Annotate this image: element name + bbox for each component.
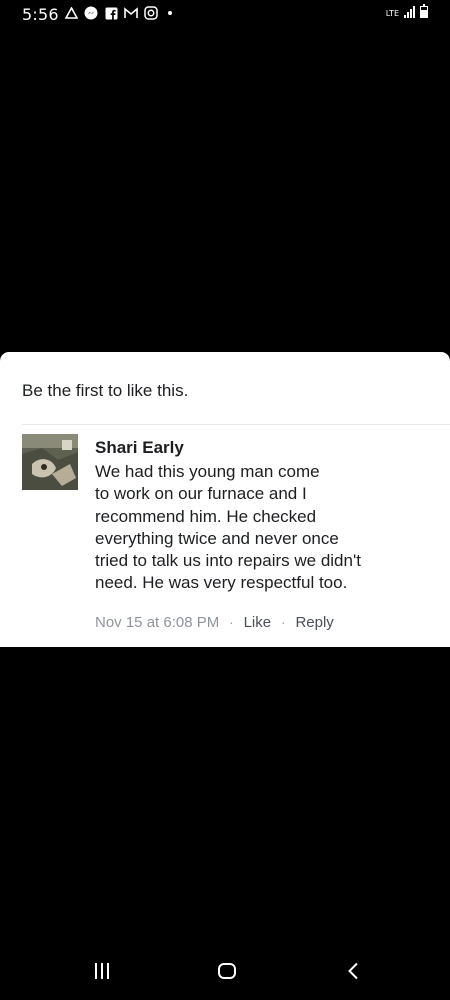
likes-summary[interactable]: Be the first to like this.	[22, 381, 188, 401]
meta-separator: ·	[229, 615, 234, 630]
comment-timestamp[interactable]: Nov 15 at 6:08 PM	[95, 614, 219, 631]
drive-icon	[64, 6, 78, 20]
comment-line: tried to talk us into repairs we didn't	[95, 551, 361, 571]
network-type: LTE	[385, 9, 399, 18]
recent-apps-button[interactable]	[92, 962, 112, 980]
comment-line: We had this young man come	[95, 462, 320, 481]
comment-line: to work on our furnace and I	[95, 484, 307, 504]
comment-line: recommend him. He checked	[95, 506, 317, 526]
comment-line: everything twice and never once	[95, 528, 339, 548]
more-notifications-icon	[168, 11, 172, 15]
messenger-icon	[84, 6, 98, 20]
back-icon	[348, 962, 358, 980]
notification-icons	[64, 6, 172, 20]
facebook-icon	[104, 6, 118, 20]
home-button[interactable]	[215, 962, 239, 980]
back-button[interactable]	[343, 962, 363, 980]
battery-icon	[420, 4, 428, 18]
navigation-bar	[0, 940, 450, 1000]
reply-button[interactable]: Reply	[295, 614, 333, 631]
instagram-icon	[144, 6, 158, 20]
gmail-icon	[124, 6, 138, 20]
comment-line: need. He was very respectful too.	[95, 573, 348, 593]
status-time: 5:56	[22, 5, 59, 24]
meta-separator: ·	[281, 615, 286, 630]
avatar[interactable]	[22, 434, 78, 490]
status-bar: 5:56 LTE	[0, 0, 450, 30]
comment-author[interactable]: Shari Early	[95, 438, 184, 458]
home-icon	[218, 963, 236, 979]
signal-icon	[404, 6, 415, 18]
comment-text: We had this young man come to work on ou…	[95, 461, 435, 595]
like-button[interactable]: Like	[244, 614, 272, 631]
system-icons: LTE	[385, 4, 428, 18]
comment-meta: Nov 15 at 6:08 PM · Like · Reply	[95, 614, 334, 631]
divider	[22, 424, 450, 425]
